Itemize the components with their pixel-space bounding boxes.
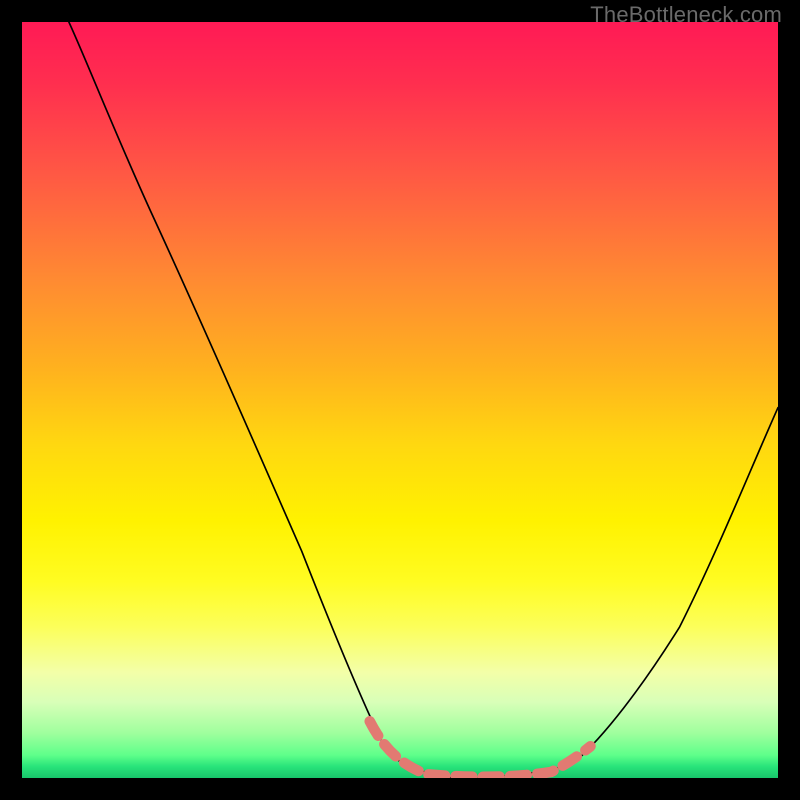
main-curve <box>69 22 778 778</box>
chart-container: TheBottleneck.com <box>0 0 800 800</box>
plot-area <box>22 22 778 778</box>
curve-layer <box>22 22 778 778</box>
highlight-curve <box>370 721 591 777</box>
